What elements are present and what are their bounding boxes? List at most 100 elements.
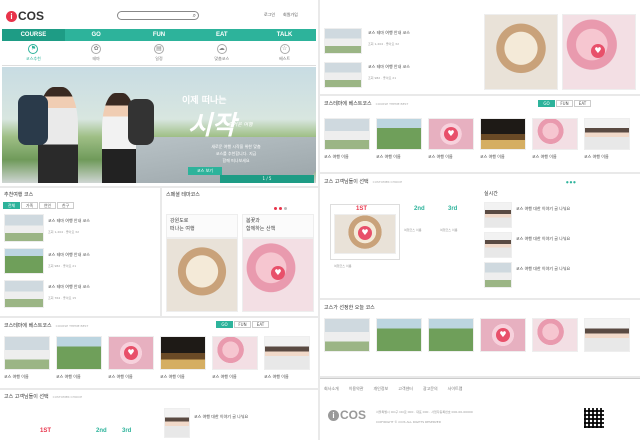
gnav-go[interactable]: GO (65, 29, 128, 41)
join-link[interactable]: 회원가입 (283, 12, 298, 17)
talk-thumb[interactable] (484, 202, 512, 228)
gallery-caption[interactable]: 코스 여행 이름 (108, 374, 133, 380)
mini-thumb[interactable] (532, 318, 578, 352)
heart-icon[interactable]: ♥ (444, 127, 458, 141)
tab-friend[interactable]: 친구 (57, 202, 74, 209)
hero-cta-button[interactable]: 코스 보기 (188, 167, 222, 175)
list-thumb[interactable] (324, 62, 362, 88)
list-item-title[interactable]: 코스 테마 여행 안내 코스 (368, 64, 410, 70)
rank-label[interactable]: 여행코스 이름 (440, 228, 458, 232)
footer-link[interactable]: 개인정보 (373, 386, 388, 392)
talk-thumb[interactable] (484, 232, 512, 258)
gallery-thumb[interactable] (212, 336, 258, 370)
tab-family[interactable]: 가족 (21, 202, 38, 209)
tab-all[interactable]: 전체 (3, 202, 20, 209)
tab-go[interactable]: GO (538, 100, 555, 107)
talk-item[interactable]: 코스 여행 대한 이야기 글 나눠요 (194, 414, 248, 420)
mini-thumb[interactable] (324, 318, 370, 352)
tab-eat[interactable]: EAT (252, 321, 269, 328)
recommend-thumb[interactable] (4, 248, 44, 274)
recommend-thumb[interactable] (4, 214, 44, 242)
talk-thumb[interactable] (484, 262, 512, 288)
special-pager[interactable] (272, 206, 287, 212)
footer-logo[interactable]: i COS (328, 408, 366, 422)
talk-item[interactable]: 코스 여행 대한 이야기 글 나눠요 (516, 266, 570, 272)
footer-link[interactable]: 이용약관 (349, 386, 364, 392)
gnav-course[interactable]: COURSE (2, 29, 65, 41)
pager-dot[interactable] (284, 207, 287, 210)
footer-link[interactable]: 사이트맵 (448, 386, 463, 392)
gallery-thumb[interactable] (480, 118, 526, 150)
pager-dot[interactable] (279, 207, 282, 210)
rank-view-tabs[interactable]: ● ● ● (566, 180, 576, 184)
gallery-caption[interactable]: 코스 여행 이름 (324, 154, 349, 160)
footer-link[interactable]: 회사소개 (324, 386, 339, 392)
footer-link[interactable]: 광고문의 (423, 386, 438, 392)
gnav-talk[interactable]: TALK (253, 29, 316, 41)
gallery-thumb[interactable] (160, 336, 206, 370)
hero-pager[interactable]: 1 / 5 (220, 175, 314, 183)
gallery-thumb[interactable] (324, 118, 370, 150)
star-icon: ☆ (279, 44, 290, 54)
gallery-caption[interactable]: 코스 여행 이름 (4, 374, 29, 380)
gallery-thumb[interactable] (584, 118, 630, 150)
mini-thumb[interactable] (376, 318, 422, 352)
gallery-caption[interactable]: 코스 여행 이름 (584, 154, 609, 160)
gallery-thumb[interactable] (4, 336, 50, 370)
tab-eat[interactable]: EAT (574, 100, 591, 107)
recommend-item-title[interactable]: 코스 테마 여행 안내 코스 (48, 284, 90, 290)
subnav-item[interactable]: ✿ 테마 (65, 41, 128, 65)
hero-desc-line: 새로운 여행 시작을 위한 맞춤 (211, 144, 261, 149)
talk-item[interactable]: 코스 여행 대한 이야기 글 나눠요 (516, 236, 570, 242)
mini-thumb[interactable] (584, 318, 630, 352)
list-item-title[interactable]: 코스 테마 여행 안내 코스 (368, 30, 410, 36)
recommend-item-title[interactable]: 코스 테마 여행 안내 코스 (48, 252, 90, 258)
subnav-item[interactable]: ⚑ 코스추천 (2, 41, 65, 65)
search-icon[interactable]: ⌕ (193, 12, 196, 20)
heart-icon[interactable]: ♥ (358, 226, 372, 240)
heart-icon[interactable]: ♥ (124, 346, 138, 360)
special-card-image[interactable] (166, 238, 238, 312)
tab-fun[interactable]: FUN (556, 100, 573, 107)
gallery-thumb[interactable] (532, 118, 578, 150)
tab-go[interactable]: GO (216, 321, 233, 328)
talk-thumb[interactable] (164, 408, 190, 438)
gallery-caption[interactable]: 코스 여행 이름 (264, 374, 289, 380)
list-thumb[interactable] (324, 28, 362, 54)
rank-label[interactable]: 여행코스 이름 (334, 264, 352, 268)
gallery-thumb[interactable] (56, 336, 102, 370)
heart-icon[interactable]: ♥ (591, 44, 605, 58)
gallery-caption[interactable]: 코스 여행 이름 (532, 154, 557, 160)
rank-label[interactable]: 여행코스 이름 (404, 228, 422, 232)
login-link[interactable]: 로그인 (264, 12, 275, 17)
gallery-title-text: 코스테마에 베스트코스 (4, 323, 52, 329)
feature-image[interactable] (484, 14, 558, 90)
heart-icon[interactable]: ♥ (496, 328, 510, 342)
subnav-item[interactable]: ☆ 베스트 (253, 41, 316, 65)
gnav-eat[interactable]: EAT (190, 29, 253, 41)
backpack (128, 99, 154, 145)
site-logo[interactable]: i COS (6, 9, 44, 23)
gallery-thumb[interactable] (376, 118, 422, 150)
subnav-item[interactable]: ▤ 일정 (128, 41, 191, 65)
recommend-item-title[interactable]: 코스 테마 여행 안내 코스 (48, 218, 90, 224)
talk-item[interactable]: 코스 여행 대한 이야기 글 나눠요 (516, 206, 570, 212)
gallery-caption[interactable]: 코스 여행 이름 (428, 154, 453, 160)
hero-banner[interactable]: 이제 떠나는 시작 즐거운 여행 새로운 여행 시작을 위한 맞춤 코스를 추천합… (2, 67, 316, 183)
gallery-caption[interactable]: 코스 여행 이름 (160, 374, 185, 380)
gallery-caption[interactable]: 코스 여행 이름 (376, 154, 401, 160)
mini-thumb[interactable] (428, 318, 474, 352)
gallery-thumb[interactable] (264, 336, 310, 370)
footer-link[interactable]: 고객센터 (398, 386, 413, 392)
heart-icon[interactable]: ♥ (271, 266, 285, 280)
subnav-item[interactable]: ☁ 맞춤코스 (190, 41, 253, 65)
search-input[interactable]: ⌕ (117, 11, 199, 20)
gallery-caption[interactable]: 코스 여행 이름 (212, 374, 237, 380)
gallery-caption[interactable]: 코스 여행 이름 (56, 374, 81, 380)
gallery-caption[interactable]: 코스 여행 이름 (480, 154, 505, 160)
tab-couple[interactable]: 연인 (39, 202, 56, 209)
tab-fun[interactable]: FUN (234, 321, 251, 328)
gnav-fun[interactable]: FUN (128, 29, 191, 41)
pager-dot[interactable] (274, 207, 277, 210)
recommend-thumb[interactable] (4, 280, 44, 308)
